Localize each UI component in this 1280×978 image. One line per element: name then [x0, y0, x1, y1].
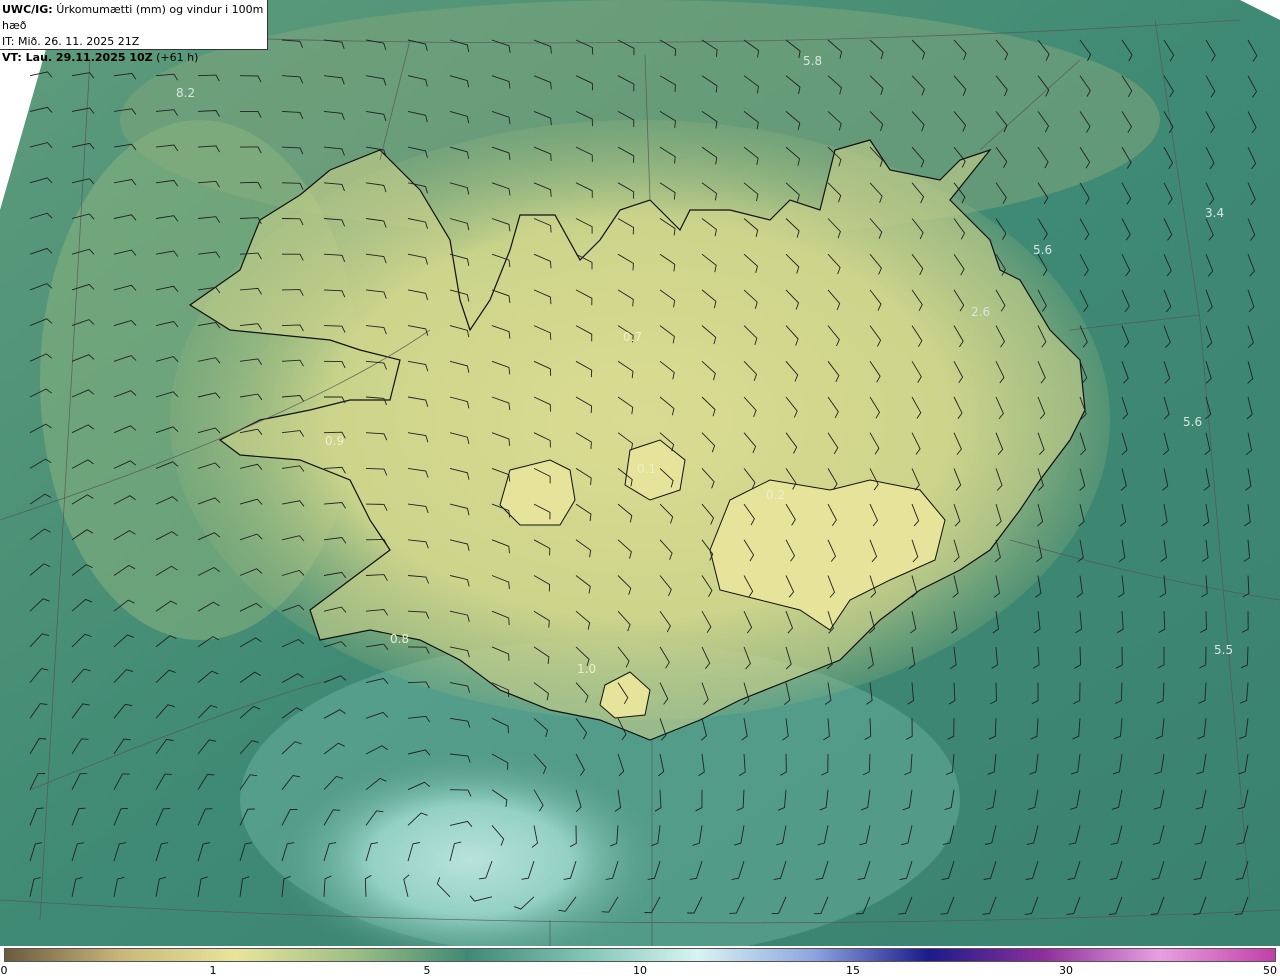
- field-label: 3.4: [1205, 206, 1225, 220]
- field-label: 5.8: [803, 54, 823, 68]
- field-label: 8.2: [176, 86, 196, 100]
- colorbar: [4, 948, 1276, 962]
- field-label: 0.2: [766, 488, 786, 502]
- issue-time: IT: Mið. 26. 11. 2025 21Z: [2, 35, 140, 48]
- field-label: 0.1: [637, 462, 657, 476]
- weather-map: 8.2 5.8 3.4 5.6 2.6 5.6 5.5 0.7 0.1 0.2 …: [0, 0, 1280, 946]
- field-label: 1.0: [577, 662, 597, 676]
- field-label: 2.6: [971, 305, 991, 319]
- colorbar-tick: 15: [846, 964, 860, 977]
- forecast-offset: (+61 h): [156, 51, 199, 64]
- valid-time: VT: Lau. 29.11.2025 10Z: [2, 51, 153, 64]
- colorbar-tick: 0: [0, 964, 8, 977]
- map-info-box: UWC/IG: Úrkomumætti (mm) og vindur i 100…: [0, 0, 268, 64]
- field-label: 0.8: [390, 632, 410, 646]
- model-label: UWC/IG:: [2, 3, 53, 16]
- colorbar-tick: 5: [423, 964, 431, 977]
- field-label: 5.5: [1214, 643, 1234, 657]
- field-label: 5.6: [1183, 415, 1203, 429]
- field-label: 0.9: [325, 434, 345, 448]
- colorbar-tick: 1: [209, 964, 217, 977]
- colorbar-tick: 10: [633, 964, 647, 977]
- field-label: 5.6: [1033, 243, 1053, 257]
- field-label: 0.7: [623, 330, 643, 344]
- colorbar-tick: 30: [1059, 964, 1073, 977]
- colorbar-legend: 0 1 5 10 15 30 50: [0, 946, 1280, 978]
- colorbar-tick: 50: [1263, 964, 1277, 977]
